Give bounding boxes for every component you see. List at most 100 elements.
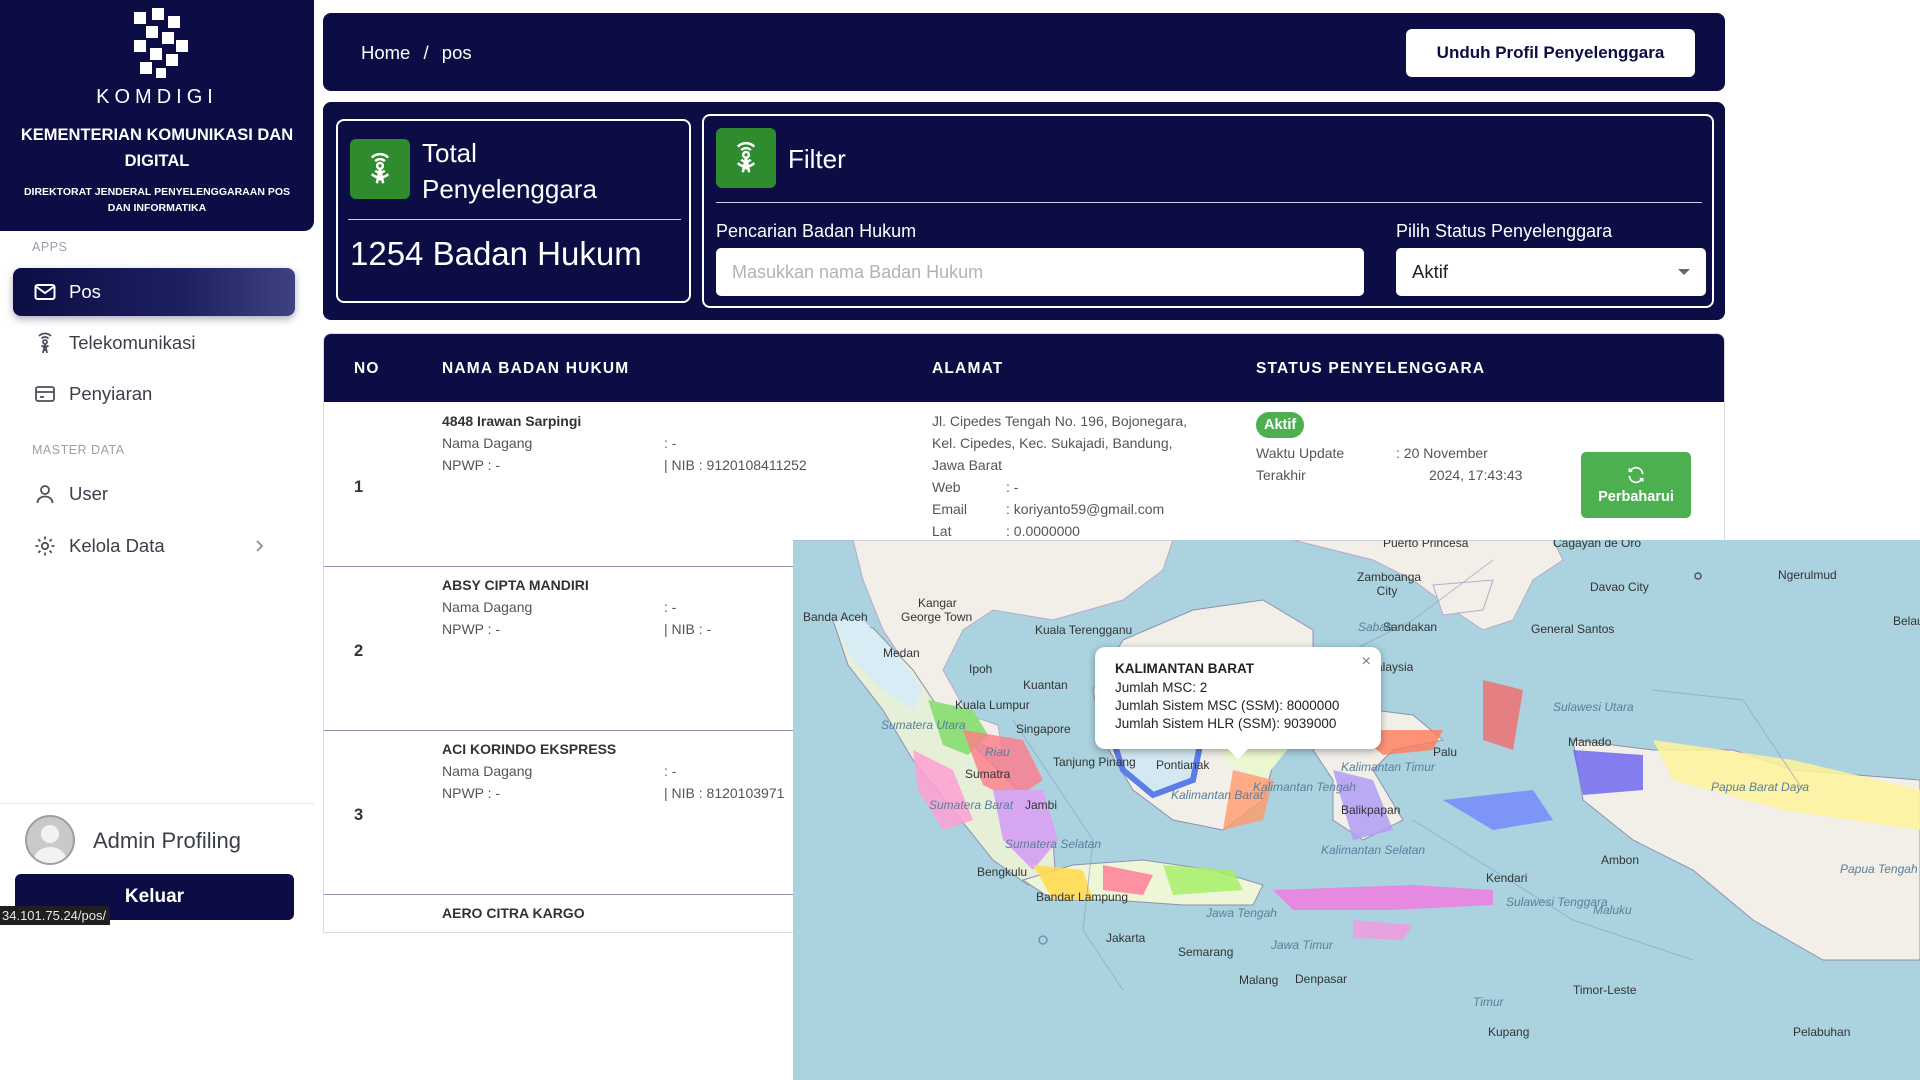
update-label-line2: Terakhir bbox=[1256, 467, 1306, 483]
breadcrumb-current: pos bbox=[441, 42, 472, 63]
column-header-no: NO bbox=[354, 360, 380, 377]
status-label: Pilih Status Penyelenggara bbox=[1396, 221, 1613, 241]
card-divider bbox=[348, 219, 681, 220]
indonesia-map[interactable]: Banda Aceh Medan George Town Kangar Ipoh… bbox=[793, 540, 1920, 1080]
region-jatim bbox=[1163, 865, 1243, 895]
sidebar-item-telekomunikasi[interactable]: Telekomunikasi bbox=[13, 319, 295, 367]
map-label: Papua Barat Daya bbox=[1711, 780, 1810, 794]
map-label: Kuantan bbox=[1023, 678, 1068, 692]
map-label: Timur bbox=[1473, 995, 1504, 1009]
map-label: Sulawesi Utara bbox=[1553, 700, 1634, 714]
sidebar-item-penyiaran[interactable]: Penyiaran bbox=[13, 370, 295, 418]
master-data-heading: MASTER DATA bbox=[32, 443, 125, 457]
map-label: Ambon bbox=[1601, 853, 1640, 867]
region-ntt bbox=[1353, 920, 1413, 940]
trade-name-label: Nama Dagang bbox=[442, 763, 533, 779]
map-label: Riau bbox=[985, 745, 1010, 759]
antenna-icon bbox=[350, 139, 410, 199]
sidebar-item-label: Penyiaran bbox=[69, 383, 153, 404]
komdigi-logo-icon bbox=[134, 8, 188, 78]
map-label: Timor-Leste bbox=[1573, 983, 1637, 997]
nib-value: | NIB : 9120108411252 bbox=[664, 457, 807, 473]
trade-name-label: Nama Dagang bbox=[442, 435, 533, 451]
web-value: : - bbox=[1006, 479, 1019, 495]
close-icon[interactable]: × bbox=[1362, 653, 1371, 671]
map-label: Kalimantan Timur bbox=[1341, 760, 1435, 774]
status-select[interactable]: Aktif bbox=[1396, 248, 1706, 296]
antenna-icon bbox=[716, 128, 776, 188]
breadcrumb-home[interactable]: Home bbox=[361, 42, 410, 63]
map-label: Kalimantan Tengah bbox=[1253, 780, 1356, 794]
total-card: Total Penyelenggara 1254 Badan Hukum bbox=[336, 119, 691, 303]
avatar[interactable] bbox=[25, 815, 75, 865]
sidebar-item-kelola-data[interactable]: Kelola Data bbox=[13, 522, 295, 570]
map-label: Balikpapan bbox=[1341, 803, 1401, 817]
map-label: Puerto Princesa bbox=[1383, 540, 1469, 550]
map-label: Palu bbox=[1433, 745, 1458, 759]
map-label: Pelabuhan bbox=[1793, 1025, 1851, 1039]
column-header-name: NAMA BADAN HUKUM bbox=[442, 360, 630, 377]
map-label: Kalimantan Selatan bbox=[1321, 843, 1426, 857]
search-label: Pencarian Badan Hukum bbox=[716, 221, 917, 241]
map-label: Papua Tengah bbox=[1840, 862, 1918, 876]
row-number: 1 bbox=[354, 478, 364, 496]
download-profile-button[interactable]: Unduh Profil Penyelenggara bbox=[1406, 29, 1695, 77]
map-label: George Town bbox=[901, 610, 973, 624]
brand-header: KOMDIGI KEMENTERIAN KOMUNIKASI DAN DIGIT… bbox=[0, 0, 314, 231]
refresh-icon bbox=[1628, 466, 1644, 484]
map-label: Ipoh bbox=[969, 662, 993, 676]
map-label: Kuala Lumpur bbox=[955, 698, 1030, 712]
map-label: Manado bbox=[1568, 735, 1612, 749]
total-title: Total Penyelenggara bbox=[422, 138, 597, 204]
region-popup: × KALIMANTAN BARAT Jumlah MSC: 2 Jumlah … bbox=[1095, 647, 1381, 759]
map-label: Denpasar bbox=[1295, 972, 1348, 986]
map-label: Bengkulu bbox=[977, 865, 1028, 879]
map-label: Davao City bbox=[1590, 580, 1649, 594]
map-label: Bandar Lampung bbox=[1036, 890, 1129, 904]
address-line: Jl. Cipedes Tengah No. 196, Bojonegara, bbox=[932, 413, 1188, 429]
trade-name-value: : - bbox=[664, 763, 677, 779]
company-name: ACI KORINDO EKSPRESS bbox=[442, 741, 617, 757]
lat-label: Lat bbox=[932, 523, 952, 539]
gear-icon bbox=[33, 534, 57, 558]
map-label: Banda Aceh bbox=[803, 610, 868, 624]
capital-marker bbox=[1694, 572, 1702, 580]
map-label: Malang bbox=[1239, 973, 1279, 987]
npwp-value: NPWP : - bbox=[442, 785, 501, 801]
row-number: 3 bbox=[354, 806, 364, 824]
map-label: Kupang bbox=[1488, 1025, 1530, 1039]
nib-value: | NIB : 8120103971 bbox=[664, 785, 785, 801]
web-label: Web bbox=[932, 479, 961, 495]
update-label: Waktu Update bbox=[1256, 445, 1345, 461]
column-header-status: STATUS PENYELENGGARA bbox=[1256, 360, 1486, 377]
logo-word: KOMDIGI bbox=[96, 86, 218, 108]
popup-line: Jumlah Sistem MSC (SSM): 8000000 bbox=[1115, 698, 1340, 713]
broadcast-icon bbox=[33, 331, 57, 355]
sidebar-item-label: Telekomunikasi bbox=[69, 332, 196, 353]
sidebar: KOMDIGI KEMENTERIAN KOMUNIKASI DAN DIGIT… bbox=[0, 0, 314, 925]
directorate-name: DIREKTORAT JENDERAL PENYELENGGARAAN POS … bbox=[23, 186, 291, 214]
region-malut bbox=[1483, 680, 1523, 750]
status-badge: Aktif bbox=[1256, 412, 1305, 438]
app-root: KOMDIGI KEMENTERIAN KOMUNIKASI DAN DIGIT… bbox=[0, 0, 1920, 1080]
card-icon bbox=[33, 382, 57, 406]
mail-icon bbox=[33, 280, 57, 304]
map-label: Singapore bbox=[1016, 722, 1071, 736]
refresh-button[interactable]: Perbaharui bbox=[1581, 452, 1691, 518]
sidebar-item-pos[interactable]: Pos bbox=[13, 268, 295, 316]
breadcrumb: Home / pos bbox=[361, 42, 480, 64]
chevron-right-icon bbox=[256, 540, 264, 552]
search-input[interactable] bbox=[716, 248, 1364, 296]
profile-name: Admin Profiling bbox=[93, 828, 241, 853]
sidebar-item-user[interactable]: User bbox=[13, 470, 295, 518]
email-label: Email bbox=[932, 501, 968, 517]
email-value: : koriyanto59@gmail.com bbox=[1006, 501, 1165, 517]
map-label: Ngerulmud bbox=[1778, 568, 1837, 582]
status-select-value: Aktif bbox=[1412, 261, 1448, 282]
map-label: Jawa Timur bbox=[1271, 938, 1333, 952]
lat-value: : 0.0000000 bbox=[1006, 523, 1080, 539]
map-label: Jakarta bbox=[1106, 931, 1146, 945]
map-label: Sabah bbox=[1358, 620, 1393, 634]
trade-name-value: : - bbox=[664, 435, 677, 451]
map-label: Semarang bbox=[1178, 945, 1234, 959]
